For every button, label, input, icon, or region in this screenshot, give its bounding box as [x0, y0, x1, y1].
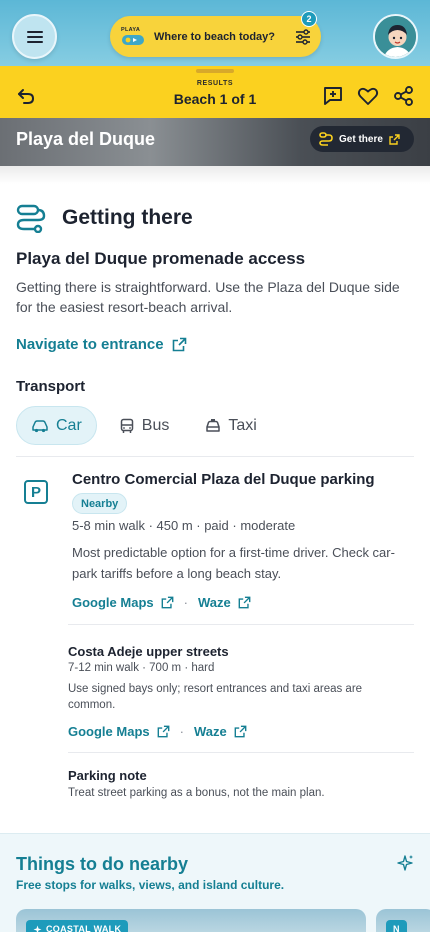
access-title: Playa del Duque promenade access — [16, 249, 306, 268]
tab-taxi-label: Taxi — [228, 416, 257, 434]
external-link-icon — [389, 133, 400, 145]
hamburger-icon — [26, 30, 43, 43]
top-header: PLAYA Where to beach today? 2 — [0, 0, 430, 66]
divider — [68, 624, 414, 625]
waze-link[interactable]: Waze — [194, 724, 227, 739]
menu-button[interactable] — [12, 14, 57, 59]
tab-car[interactable]: Car — [16, 406, 97, 445]
tab-bus[interactable]: Bus — [105, 406, 184, 445]
search-pill[interactable]: PLAYA Where to beach today? 2 — [110, 11, 321, 57]
banner-shadow — [0, 166, 430, 184]
get-there-button[interactable]: Get there — [310, 126, 414, 152]
parking-option-meta: 5-8 min walk · 450 m · paid · moderate — [72, 518, 296, 533]
things-subtitle: Free stops for walks, views, and island … — [16, 878, 285, 892]
tab-bus-label: Bus — [141, 416, 170, 434]
google-maps-link[interactable]: Google Maps — [72, 595, 154, 610]
waze-link[interactable]: Waze — [198, 595, 231, 610]
app-logo: PLAYA — [120, 24, 146, 50]
beach-banner: Playa del Duque Get there — [0, 118, 430, 166]
parking-note-text: Treat street parking as a bonus, not the… — [68, 787, 325, 799]
filter-icon[interactable] — [295, 28, 311, 45]
parking-main-links: Google Maps · Waze — [72, 595, 251, 610]
results-bar: RESULTS Beach 1 of 1 — [0, 66, 430, 118]
external-link-icon — [238, 596, 251, 609]
tab-car-label: Car — [56, 416, 82, 434]
sparkle-icon — [33, 925, 42, 932]
card-category-tag: N — [386, 920, 407, 932]
add-comment-icon[interactable] — [322, 85, 344, 107]
getting-there-header: Getting there — [16, 203, 193, 233]
link-separator: · — [179, 724, 184, 739]
alt-parking-description: Use signed bays only; resort entrances a… — [68, 683, 363, 711]
filter-count-badge: 2 — [301, 11, 317, 27]
activity-card[interactable]: COASTAL WALK — [16, 909, 366, 932]
parking-note-title: Parking note — [68, 768, 147, 783]
navigate-to-entrance-link[interactable]: Navigate to entrance — [16, 336, 187, 353]
activity-card[interactable]: N — [376, 909, 430, 932]
parking-alt-links: Google Maps · Waze — [68, 724, 247, 739]
external-link-icon — [234, 725, 247, 738]
avatar[interactable] — [373, 14, 418, 59]
get-there-label: Get there — [339, 133, 383, 145]
things-title: Things to do nearby — [16, 854, 189, 874]
transport-label: Transport — [16, 378, 86, 395]
divider — [68, 752, 414, 753]
car-icon — [32, 419, 48, 432]
transport-tabs: Car Bus Taxi — [16, 406, 271, 445]
parking-option-title: Centro Comercial Plaza del Duque parking — [72, 471, 375, 488]
google-maps-link[interactable]: Google Maps — [68, 724, 150, 739]
navigate-label: Navigate to entrance — [16, 336, 164, 353]
link-separator: · — [183, 595, 188, 610]
sparkle-icon — [397, 855, 413, 871]
beach-name: Playa del Duque — [16, 129, 156, 149]
search-label: Where to beach today? — [154, 30, 276, 43]
section-title: Getting there — [62, 206, 193, 229]
alt-parking-meta: 7-12 min walk · 700 m · hard — [68, 662, 215, 674]
access-description: Getting there is straightforward. Use th… — [16, 279, 400, 315]
parking-option-description: Most predictable option for a first-time… — [72, 545, 395, 581]
things-to-do-section: Things to do nearby Free stops for walks… — [0, 833, 430, 932]
nearby-badge: Nearby — [72, 493, 128, 514]
route-icon — [319, 132, 333, 146]
external-link-icon — [157, 725, 170, 738]
heart-icon[interactable] — [357, 85, 379, 107]
bus-icon — [120, 418, 134, 433]
parking-icon: P — [24, 480, 48, 504]
share-icon[interactable] — [393, 85, 415, 107]
route-icon — [16, 204, 46, 233]
external-link-icon — [161, 596, 174, 609]
divider — [16, 456, 414, 457]
card-category-tag: COASTAL WALK — [26, 920, 129, 932]
alt-parking-title: Costa Adeje upper streets — [68, 644, 229, 659]
tab-taxi[interactable]: Taxi — [191, 406, 270, 445]
drag-handle[interactable] — [196, 69, 234, 73]
external-link-icon — [172, 337, 186, 352]
taxi-icon — [206, 418, 221, 432]
